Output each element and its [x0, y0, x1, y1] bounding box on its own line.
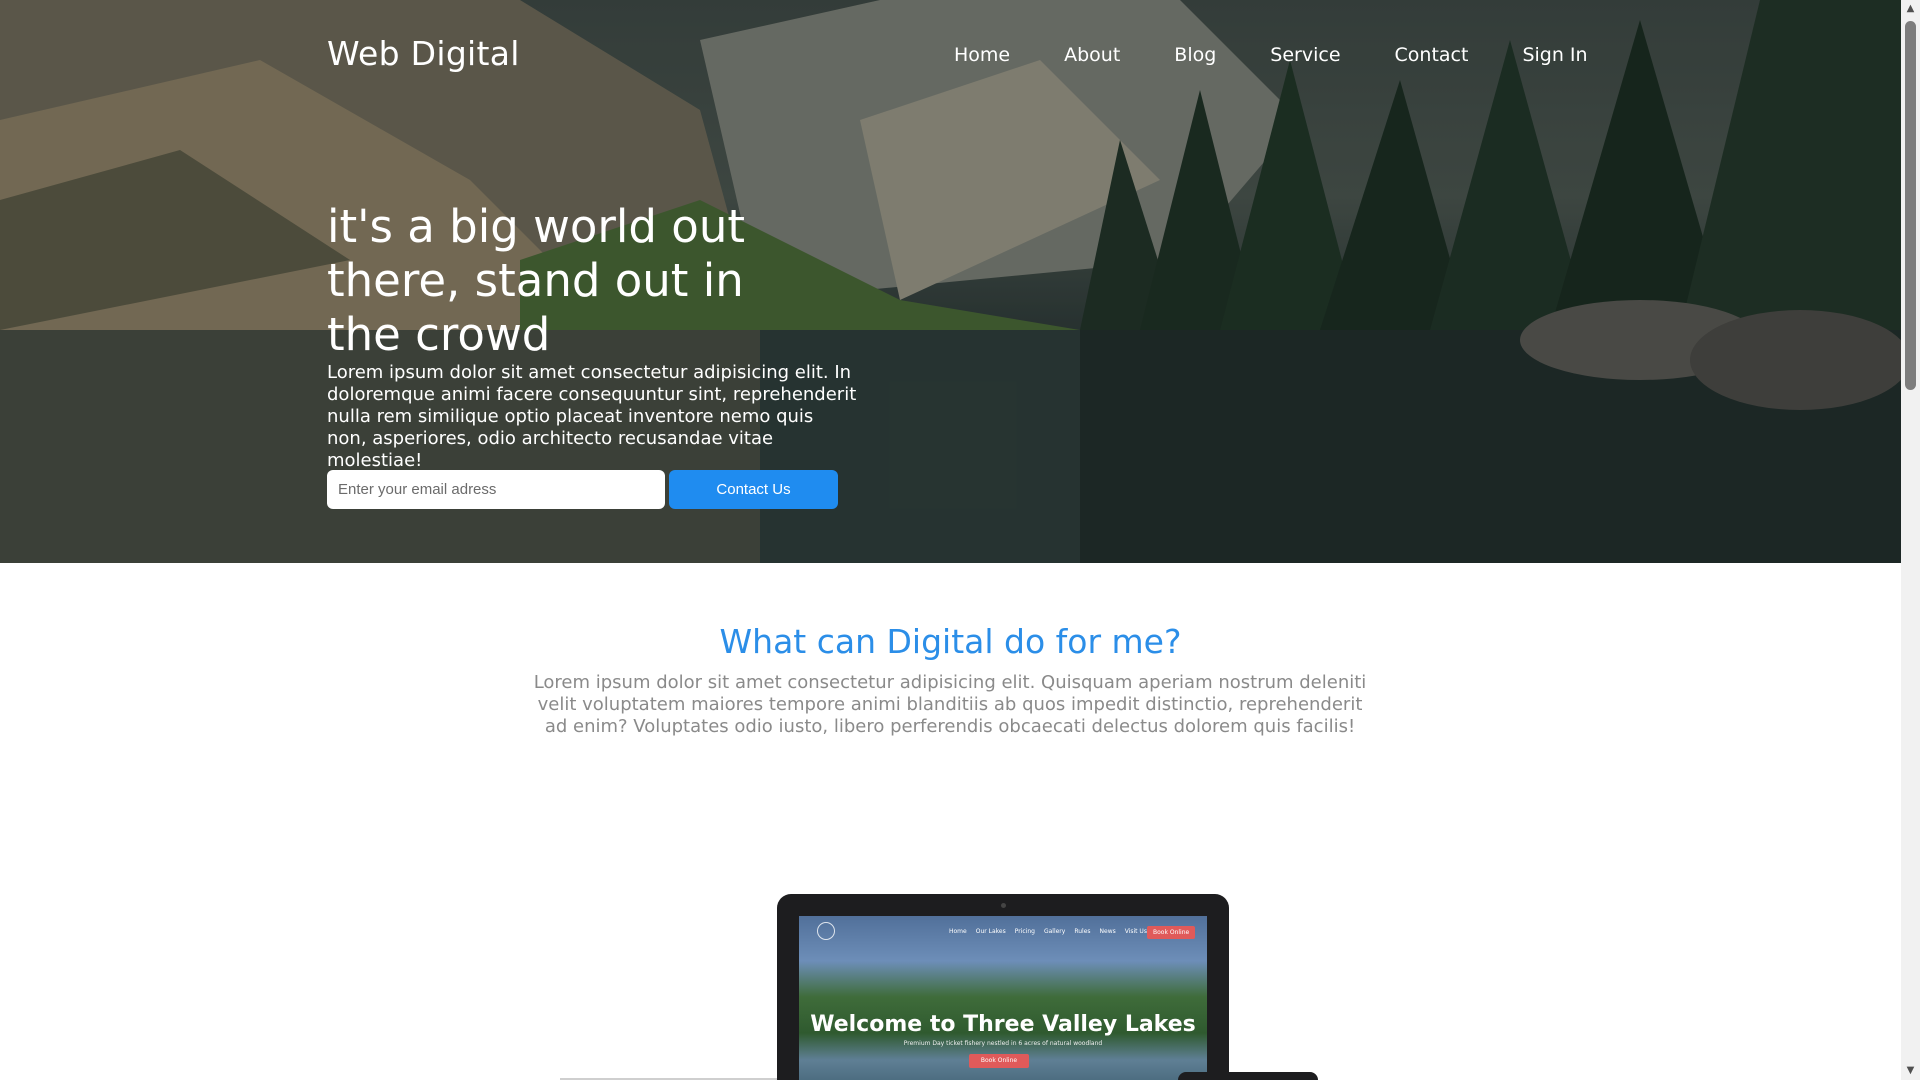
laptop-mockup: Home Our Lakes Pricing Gallery Rules New… [777, 894, 1229, 1080]
camera-icon [1001, 903, 1006, 908]
page-scrollbar[interactable]: ▲ ▼ [1901, 0, 1920, 1080]
mockup-nav-item: Rules [1074, 928, 1091, 935]
nav-about[interactable]: About [1064, 44, 1120, 66]
mockup-nav: Home Our Lakes Pricing Gallery Rules New… [949, 928, 1156, 935]
mockup-nav-item: News [1099, 928, 1116, 935]
nav-sign-in[interactable]: Sign In [1522, 44, 1587, 66]
mockup-nav-item: Visit Us [1124, 928, 1147, 935]
scrollbar-thumb[interactable] [1905, 21, 1916, 390]
mockup-subtitle: Premium Day ticket fishery nestled in 6 … [903, 1040, 1103, 1047]
nav-blog[interactable]: Blog [1174, 44, 1216, 66]
main-nav: Home About Blog Service Contact Sign In [954, 44, 1588, 66]
mockup-book-button: Book Online [969, 1054, 1029, 1068]
mockup-logo-icon [817, 922, 835, 940]
hero-title: it's a big world out there, stand out in… [327, 200, 745, 361]
mockup-screen: Home Our Lakes Pricing Gallery Rules New… [799, 916, 1207, 1080]
hero-description: Lorem ipsum dolor sit amet consectetur a… [327, 362, 857, 471]
contact-us-button[interactable]: Contact Us [669, 470, 838, 509]
hero-section: Web Digital Home About Blog Service Cont… [0, 0, 1901, 563]
nav-home[interactable]: Home [954, 44, 1010, 66]
mockup-nav-item: Pricing [1014, 928, 1035, 935]
email-input[interactable] [327, 470, 665, 509]
mockup-nav-item: Our Lakes [975, 928, 1006, 935]
mockup-nav-item: Gallery [1043, 928, 1066, 935]
mockup-nav-item: Home [949, 928, 967, 935]
hero-overlay [0, 0, 1901, 563]
mockup-nav-book-button: Book Online [1147, 926, 1196, 939]
mockup-title: Welcome to Three Valley Lakes [810, 1012, 1196, 1037]
nav-contact[interactable]: Contact [1395, 44, 1469, 66]
scroll-up-icon[interactable]: ▲ [1901, 0, 1920, 18]
section-title: What can Digital do for me? [719, 622, 1182, 661]
nav-service[interactable]: Service [1270, 44, 1340, 66]
section-description: Lorem ipsum dolor sit amet consectetur a… [533, 672, 1367, 737]
brand-logo[interactable]: Web Digital [327, 34, 520, 73]
phone-mockup [1178, 1072, 1318, 1080]
scroll-down-icon[interactable]: ▼ [1901, 1062, 1920, 1080]
